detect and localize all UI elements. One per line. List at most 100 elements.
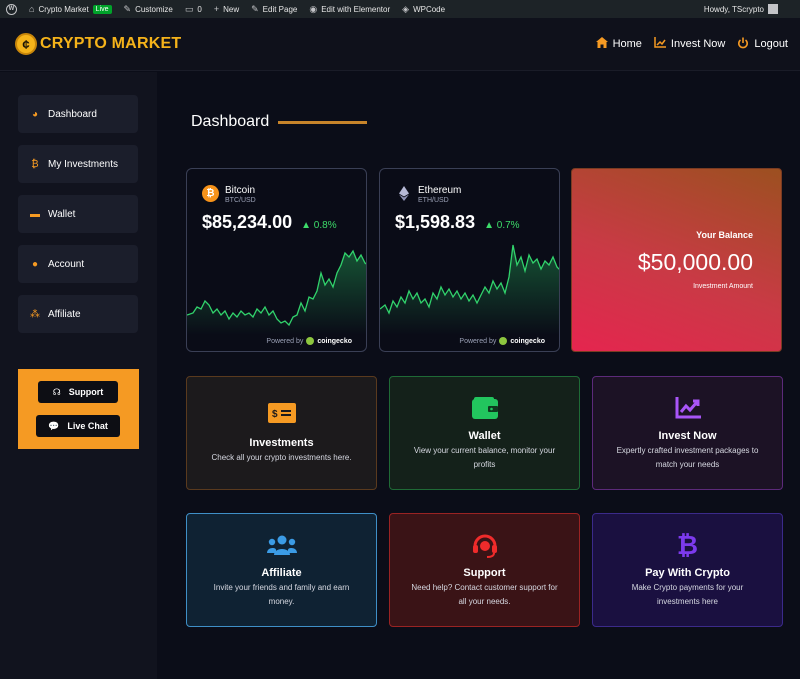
coin-price: $85,234.00 (202, 212, 293, 232)
coingecko-icon (499, 337, 508, 345)
title-underline (278, 121, 367, 124)
headset-icon (390, 532, 579, 558)
coin-change: 0.7% (496, 220, 520, 231)
nav-home[interactable]: Home (595, 37, 642, 52)
support-button-label: Support (68, 387, 104, 397)
site-name-label: Crypto Market (38, 4, 89, 14)
comments-count: 0 (197, 4, 202, 14)
sidebar-item-account[interactable]: ● Account (18, 245, 138, 283)
bitcoin-sparkline (187, 249, 366, 335)
provider-name: coingecko (510, 337, 545, 345)
balance-label: Your Balance (696, 230, 753, 240)
power-icon (737, 37, 749, 52)
tile-description: Need help? Contact customer support for … (411, 583, 558, 606)
tile-description: Expertly crafted investment packages to … (616, 446, 759, 469)
wallet-icon: ▬ (30, 208, 40, 220)
chart-line-icon (654, 37, 666, 51)
wpcode-icon: ◈ (402, 3, 410, 14)
edit-elementor-link[interactable]: ◉ Edit with Elementor (303, 0, 396, 18)
customize-link[interactable]: ✎ Customize (118, 0, 179, 18)
ethereum-icon (395, 185, 412, 202)
money-icon: $ (187, 403, 376, 423)
wordpress-logo-button[interactable]: W (0, 0, 23, 18)
dashboard-icon: ⌂ (29, 4, 35, 14)
coin-change: 0.8% (313, 220, 337, 231)
account-menu[interactable]: Howdy, TScrypto (704, 4, 800, 14)
sidebar-item-my-investments[interactable]: ₿ My Investments (18, 145, 138, 183)
nav-invest-now[interactable]: Invest Now (654, 37, 725, 52)
coin-header: Ethereum ETH/USD (395, 185, 461, 204)
coin-price: $1,598.83 (395, 212, 476, 232)
user-icon: ● (31, 258, 39, 270)
wordpress-icon: W (6, 3, 17, 15)
wallet-icon (390, 397, 579, 419)
nav-logout-label: Logout (754, 38, 788, 50)
powered-by-label: Powered by (266, 337, 304, 345)
sidebar-item-wallet[interactable]: ▬ Wallet (18, 195, 138, 233)
wp-admin-bar: W ⌂ Crypto Market Live ✎ Customize ▭ 0 +… (0, 0, 800, 18)
sidebar-item-label: Wallet (48, 208, 76, 220)
tile-title: Invest Now (658, 430, 717, 442)
tile-description: Check all your crypto investments here. (211, 453, 352, 462)
support-tile[interactable]: Support Need help? Contact customer supp… (389, 513, 580, 627)
sidebar-item-affiliate[interactable]: ⁂ Affiliate (18, 295, 138, 333)
coin-name: Ethereum (418, 185, 462, 196)
site-name-link[interactable]: ⌂ Crypto Market Live (23, 0, 118, 18)
users-icon: ⁂ (30, 308, 40, 320)
site-logo[interactable]: ¢ CRYPTO MARKET (15, 33, 181, 55)
wpcode-label: WPCode (413, 4, 446, 14)
bitcoin-icon: ₿ (31, 158, 39, 170)
pay-with-crypto-tile[interactable]: ₿ Pay With Crypto Make Crypto payments f… (592, 513, 783, 627)
sidebar-item-label: Affiliate (48, 308, 81, 320)
coin-price-row: $1,598.83 ▲ 0.7% (395, 212, 520, 232)
edit-elementor-label: Edit with Elementor (321, 4, 391, 14)
coin-name: Bitcoin (225, 185, 256, 196)
invest-now-tile[interactable]: Invest Now Expertly crafted investment p… (592, 376, 783, 490)
provider-name: coingecko (317, 337, 352, 345)
investments-tile[interactable]: $ Investments Check all your crypto inve… (186, 376, 377, 490)
new-content-link[interactable]: + New (208, 0, 245, 18)
sidebar-item-dashboard[interactable]: ◕ Dashboard (18, 95, 138, 133)
edit-page-link[interactable]: ✎ Edit Page (245, 0, 303, 18)
howdy-label: Howdy, TScrypto (703, 4, 764, 14)
logo-text: CRYPTO MARKET (40, 35, 181, 53)
chart-line-icon (593, 397, 782, 419)
plus-icon: + (213, 4, 220, 14)
wallet-tile[interactable]: Wallet View your current balance, monito… (389, 376, 580, 490)
avatar (768, 4, 778, 14)
coin-pair: ETH/USD (418, 197, 449, 204)
sidebar-item-label: Dashboard (48, 108, 97, 120)
balance-card: Your Balance $50,000.00 Investment Amoun… (571, 168, 782, 352)
balance-amount: $50,000.00 (637, 249, 753, 275)
tile-title: Wallet (468, 430, 501, 442)
ethereum-sparkline (380, 244, 559, 335)
home-icon (595, 37, 608, 51)
help-box: ☊ Support 💬 Live Chat (18, 369, 139, 449)
live-chat-button-label: Live Chat (67, 421, 108, 431)
wpcode-link[interactable]: ◈ WPCode (396, 0, 451, 18)
coin-header: ₿ Bitcoin BTC/USD (202, 185, 256, 204)
bitcoin-price-card: ₿ Bitcoin BTC/USD $85,234.00 ▲ 0.8% Powe… (186, 168, 367, 352)
coin-pair: BTC/USD (225, 197, 256, 204)
ethereum-price-card: Ethereum ETH/USD $1,598.83 ▲ 0.7% Powere… (379, 168, 560, 352)
new-label: New (223, 4, 240, 14)
comment-icon: ▭ (184, 3, 194, 14)
coin-price-row: $85,234.00 ▲ 0.8% (202, 212, 337, 232)
coingecko-icon (306, 337, 315, 345)
tile-title: Pay With Crypto (645, 567, 730, 579)
tile-description: Make Crypto payments for your investment… (631, 583, 744, 606)
support-button[interactable]: ☊ Support (38, 381, 118, 403)
affiliate-tile[interactable]: Affiliate Invite your friends and family… (186, 513, 377, 627)
powered-by-label: Powered by (459, 337, 497, 345)
powered-by-coingecko[interactable]: Powered by coingecko (459, 337, 545, 345)
logo-text-part1: CRYPTO (40, 35, 107, 52)
live-chat-button[interactable]: 💬 Live Chat (36, 415, 120, 437)
nav-invest-now-label: Invest Now (670, 38, 726, 50)
comments-link[interactable]: ▭ 0 (179, 0, 208, 18)
nav-logout[interactable]: Logout (737, 37, 788, 52)
logo-text-part2: MARKET (111, 35, 182, 52)
tile-title: Affiliate (261, 567, 302, 579)
sidebar-item-label: Account (48, 258, 85, 270)
brush-icon: ✎ (123, 3, 132, 14)
powered-by-coingecko[interactable]: Powered by coingecko (266, 337, 352, 345)
